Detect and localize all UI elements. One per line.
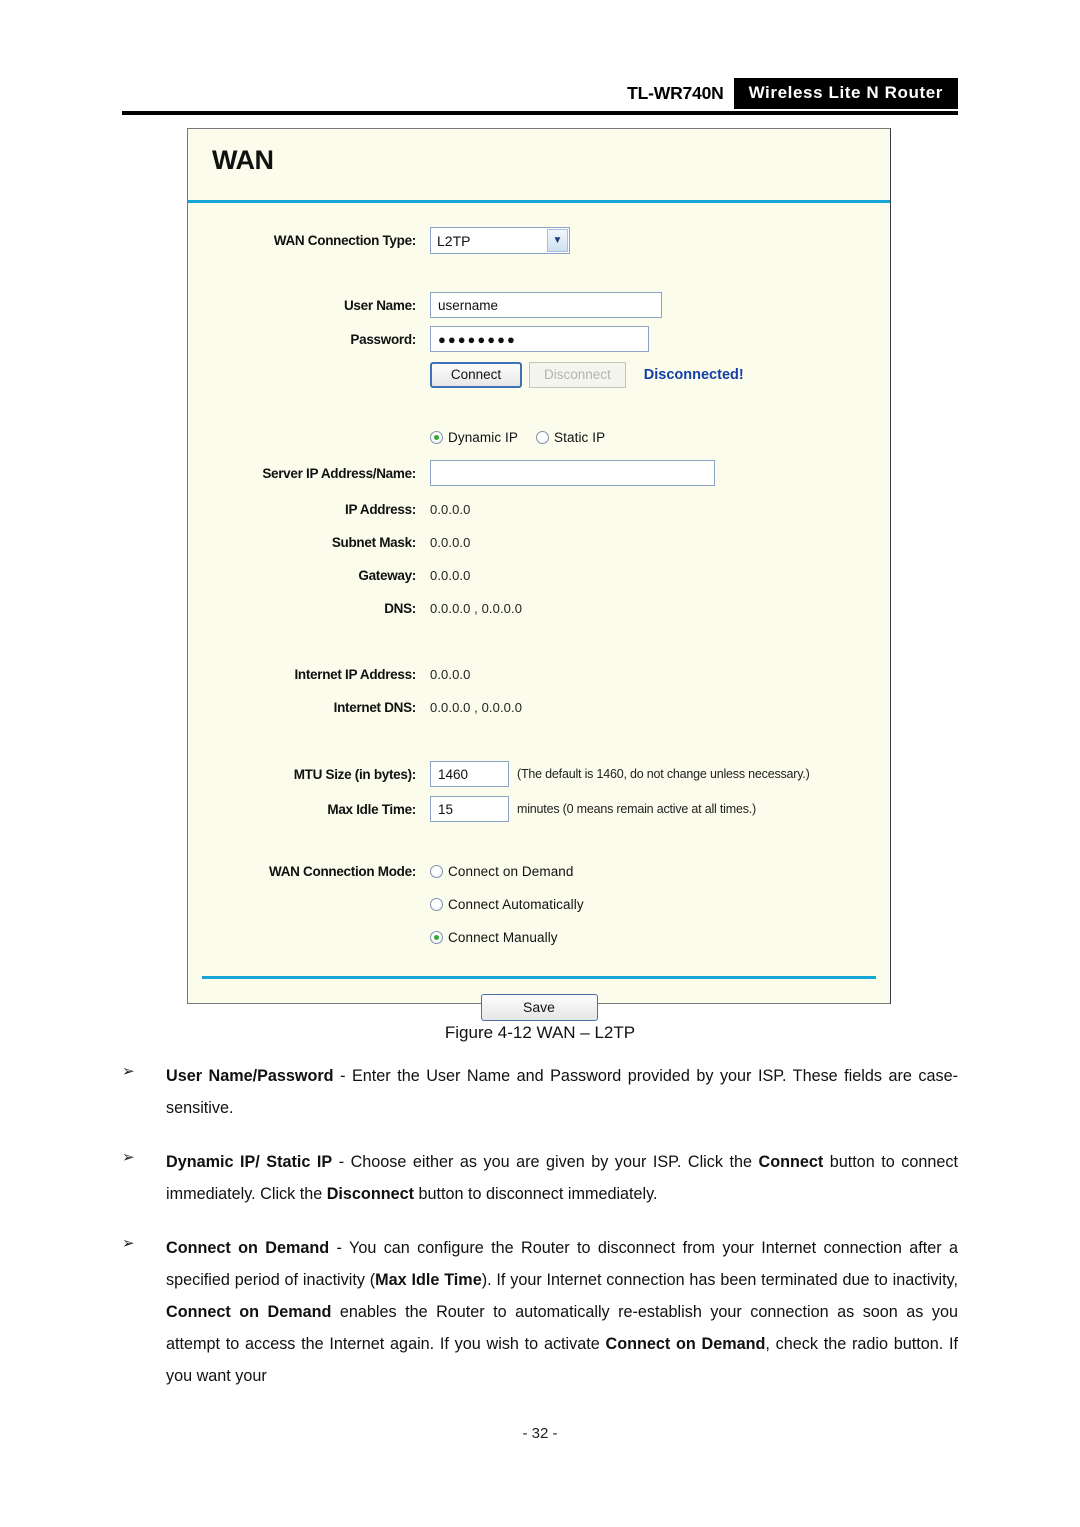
wan-connection-type-value: L2TP [437, 232, 471, 249]
chevron-down-icon[interactable]: ▼ [547, 229, 568, 252]
bullet-text: Connect on Demand - You can configure th… [166, 1239, 959, 1385]
row-server-ip: Server IP Address/Name: [188, 460, 890, 486]
connect-button[interactable]: Connect [430, 362, 522, 388]
save-area: Save [188, 979, 890, 1021]
server-ip-input[interactable] [430, 460, 715, 486]
row-wan-connection-mode: WAN Connection Mode: Connect on Demand [188, 860, 890, 882]
dns-value: 0.0.0.0 , 0.0.0.0 [430, 600, 523, 616]
bullet-item: ➢ Dynamic IP/ Static IP - Choose either … [122, 1146, 958, 1210]
row-subnet-mask: Subnet Mask: 0.0.0.0 [188, 531, 890, 553]
bullet-text: User Name/Password - Enter the User Name… [166, 1067, 958, 1117]
radio-button-icon[interactable] [536, 430, 550, 444]
radio-static-ip-label: Static IP [554, 429, 606, 445]
radio-connect-on-demand-label: Connect on Demand [448, 863, 574, 879]
wan-connection-mode-label: WAN Connection Mode: [269, 863, 416, 879]
row-connect-manually: Connect Manually [188, 926, 890, 948]
gateway-value: 0.0.0.0 [430, 567, 471, 583]
subnet-mask-value: 0.0.0.0 [430, 534, 471, 550]
connection-status: Disconnected! [643, 367, 744, 383]
user-name-value: username [438, 297, 499, 313]
row-ip-mode: Dynamic IP Static IP [188, 426, 890, 448]
max-idle-time-value: 15 [438, 801, 454, 817]
bullet-item: ➢ Connect on Demand - You can configure … [122, 1232, 958, 1392]
radio-connect-on-demand[interactable]: Connect on Demand [430, 864, 574, 879]
max-idle-time-input[interactable]: 15 [430, 796, 509, 822]
wan-connection-type-select[interactable]: L2TP ▼ [430, 227, 570, 254]
row-max-idle-time: Max Idle Time: 15 minutes (0 means remai… [188, 796, 890, 822]
row-connect-automatically: Connect Automatically [188, 893, 890, 915]
row-internet-dns: Internet DNS: 0.0.0.0 , 0.0.0.0 [188, 696, 890, 718]
radio-button-icon[interactable] [430, 897, 443, 911]
save-button[interactable]: Save [480, 994, 598, 1021]
figure-caption: Figure 4-12 WAN – L2TP [444, 1023, 636, 1042]
radio-connect-automatically-label: Connect Automatically [448, 896, 584, 912]
internet-ip-address-label: Internet IP Address: [294, 666, 416, 682]
radio-button-icon[interactable] [430, 864, 443, 878]
bullet-arrow-icon: ➢ [122, 1063, 135, 1080]
panel-title: WAN [212, 145, 274, 175]
page-number: - 32 - [522, 1425, 558, 1442]
subnet-mask-label: Subnet Mask: [331, 534, 416, 550]
row-connection-actions: Connect Disconnect Disconnected! [188, 362, 890, 388]
max-idle-time-label: Max Idle Time: [327, 801, 416, 817]
radio-dynamic-ip[interactable]: Dynamic IP [430, 430, 518, 445]
mtu-size-label: MTU Size (in bytes): [293, 766, 417, 782]
radio-static-ip[interactable]: Static IP [536, 430, 605, 445]
row-user-name: User Name: username [188, 292, 890, 318]
row-mtu-size: MTU Size (in bytes): 1460 (The default i… [188, 761, 890, 787]
password-input[interactable]: ●●●●●●●● [430, 326, 649, 352]
row-password: Password: ●●●●●●●● [188, 326, 890, 352]
server-ip-label: Server IP Address/Name: [262, 465, 416, 481]
internet-ip-address-value: 0.0.0.0 [430, 666, 471, 682]
radio-dynamic-ip-label: Dynamic IP [448, 429, 519, 445]
internet-dns-label: Internet DNS: [333, 699, 417, 715]
radio-connect-manually[interactable]: Connect Manually [430, 930, 558, 945]
bullet-item: ➢ User Name/Password - Enter the User Na… [122, 1060, 958, 1124]
gateway-label: Gateway: [358, 567, 416, 583]
radio-button-icon[interactable] [430, 430, 443, 444]
bullet-arrow-icon: ➢ [122, 1149, 135, 1166]
user-name-input[interactable]: username [430, 292, 662, 318]
password-label: Password: [350, 331, 416, 347]
password-value: ●●●●●●●● [438, 331, 517, 347]
radio-connect-automatically[interactable]: Connect Automatically [430, 897, 584, 912]
row-dns: DNS: 0.0.0.0 , 0.0.0.0 [188, 597, 890, 619]
header-divider [122, 111, 958, 115]
mtu-size-value: 1460 [438, 766, 469, 782]
radio-connect-manually-label: Connect Manually [448, 929, 558, 945]
mtu-size-input[interactable]: 1460 [430, 761, 509, 787]
wan-form: WAN Connection Type: L2TP ▼ User Name: u… [188, 203, 890, 1021]
row-gateway: Gateway: 0.0.0.0 [188, 564, 890, 586]
product-badge: Wireless Lite N Router [733, 77, 958, 109]
row-internet-ip-address: Internet IP Address: 0.0.0.0 [188, 663, 890, 685]
row-wan-connection-type: WAN Connection Type: L2TP ▼ [188, 227, 890, 254]
dns-label: DNS: [384, 600, 416, 616]
ip-address-label: IP Address: [345, 501, 416, 517]
internet-dns-value: 0.0.0.0 , 0.0.0.0 [430, 699, 523, 715]
body-text: ➢ User Name/Password - Enter the User Na… [122, 1060, 958, 1414]
bullet-arrow-icon: ➢ [122, 1235, 135, 1252]
disconnect-button: Disconnect [529, 362, 626, 388]
row-ip-address: IP Address: 0.0.0.0 [188, 498, 890, 520]
model-name: TL-WR740N [627, 82, 724, 103]
radio-button-icon[interactable] [430, 930, 443, 944]
ip-address-value: 0.0.0.0 [430, 501, 471, 517]
page-header: TL-WR740N Wireless Lite N Router [122, 77, 958, 109]
bullet-text: Dynamic IP/ Static IP - Choose either as… [166, 1153, 958, 1203]
user-name-label: User Name: [343, 297, 416, 313]
mtu-size-hint: (The default is 1460, do not change unle… [517, 767, 810, 781]
wan-connection-type-label: WAN Connection Type: [273, 233, 417, 248]
max-idle-time-hint: minutes (0 means remain active at all ti… [517, 802, 757, 816]
wan-settings-panel: WAN WAN Connection Type: L2TP ▼ User Nam… [187, 128, 891, 1021]
